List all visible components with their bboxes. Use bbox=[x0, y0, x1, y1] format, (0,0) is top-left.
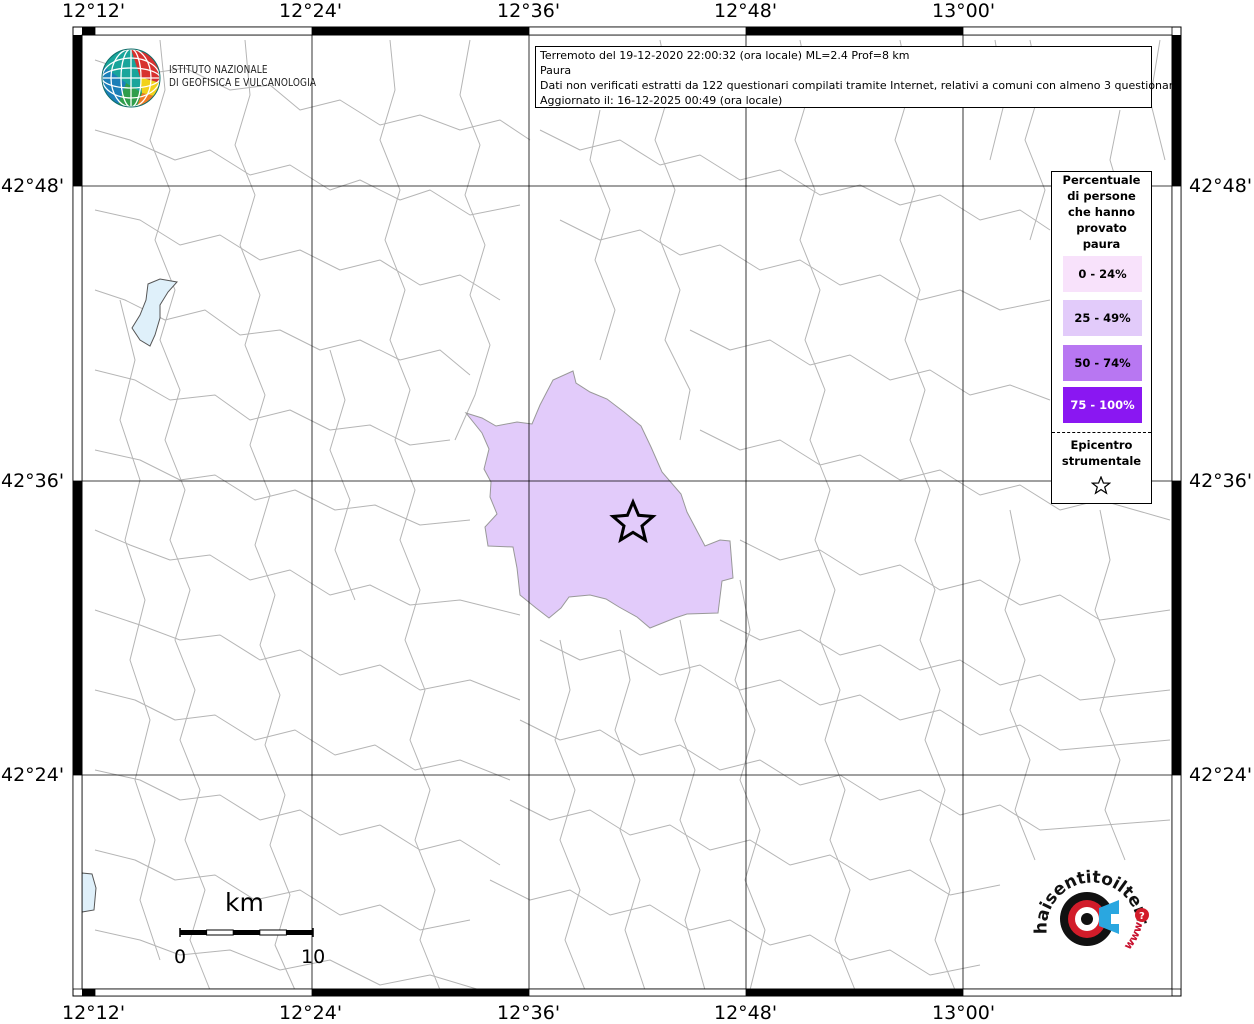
lake bbox=[131, 278, 178, 347]
legend-title-line: Percentuale bbox=[1062, 173, 1141, 187]
scalebar-unit: km bbox=[225, 888, 264, 917]
lat-label-left: 42°36' bbox=[1, 470, 65, 492]
legend-title-line: che hanno bbox=[1067, 205, 1136, 219]
star-outline-icon bbox=[1091, 476, 1111, 495]
legend-swatch-25-49: 25 - 49% bbox=[1063, 300, 1142, 336]
lat-label-right: 42°36' bbox=[1189, 470, 1253, 492]
lon-label-top: 12°48' bbox=[714, 0, 778, 22]
legend: Percentuale di persone che hanno provato… bbox=[1051, 171, 1152, 504]
legend-divider bbox=[1052, 432, 1151, 433]
lon-label-bottom: 12°48' bbox=[714, 1002, 778, 1024]
lon-label-top: 12°24' bbox=[279, 0, 343, 22]
scalebar-start: 0 bbox=[174, 946, 187, 968]
lon-label-bottom: 12°12' bbox=[62, 1002, 126, 1024]
scalebar-end: 10 bbox=[301, 946, 326, 968]
ingv-name-line1: ISTITUTO NAZIONALE bbox=[169, 64, 268, 76]
event-info-line: Terremoto del 19-12-2020 22:00:32 (ora l… bbox=[540, 49, 910, 62]
lat-label-left: 42°48' bbox=[1, 175, 65, 197]
svg-text:?: ? bbox=[1139, 911, 1145, 922]
legend-title-line: paura bbox=[1082, 237, 1121, 251]
legend-swatch-50-74: 50 - 74% bbox=[1063, 345, 1142, 381]
ingv-name-line2: DI GEOFISICA E VULCANOLOGIA bbox=[169, 77, 317, 89]
lon-label-bottom: 12°24' bbox=[279, 1002, 343, 1024]
lon-label-bottom: 13°00' bbox=[932, 1002, 996, 1024]
scalebar bbox=[179, 928, 314, 937]
ingv-logo: ISTITUTO NAZIONALE DI GEOFISICA E VULCAN… bbox=[100, 47, 320, 109]
lake bbox=[81, 872, 97, 913]
legend-epicenter-line: Epicentro bbox=[1070, 438, 1133, 452]
event-info-line: Aggiornato il: 16-12-2025 00:49 (ora loc… bbox=[540, 94, 783, 107]
legend-title-line: di persone bbox=[1067, 189, 1136, 203]
lon-label-top: 12°36' bbox=[497, 0, 561, 22]
lon-label-top: 13°00' bbox=[932, 0, 996, 22]
event-info-line: Paura bbox=[540, 64, 572, 77]
legend-swatch-0-24: 0 - 24% bbox=[1063, 256, 1142, 292]
globe-logo-icon bbox=[101, 48, 161, 108]
lat-label-right: 42°24' bbox=[1189, 764, 1253, 786]
lat-label-right: 42°48' bbox=[1189, 175, 1253, 197]
haisentito-logo: haisentitoilterremoto.it www. ? bbox=[1027, 852, 1152, 952]
legend-swatch-75-100: 75 - 100% bbox=[1063, 387, 1142, 423]
lat-label-left: 42°24' bbox=[1, 764, 65, 786]
lon-label-top: 12°12' bbox=[62, 0, 126, 22]
legend-title-line: provato bbox=[1076, 221, 1127, 235]
legend-epicenter-line: strumentale bbox=[1061, 454, 1142, 468]
event-info-box: Terremoto del 19-12-2020 22:00:32 (ora l… bbox=[535, 46, 1180, 108]
affected-area[interactable] bbox=[464, 370, 734, 629]
lon-label-bottom: 12°36' bbox=[497, 1002, 561, 1024]
event-info-line: Dati non verificati estratti da 122 ques… bbox=[540, 79, 1180, 92]
